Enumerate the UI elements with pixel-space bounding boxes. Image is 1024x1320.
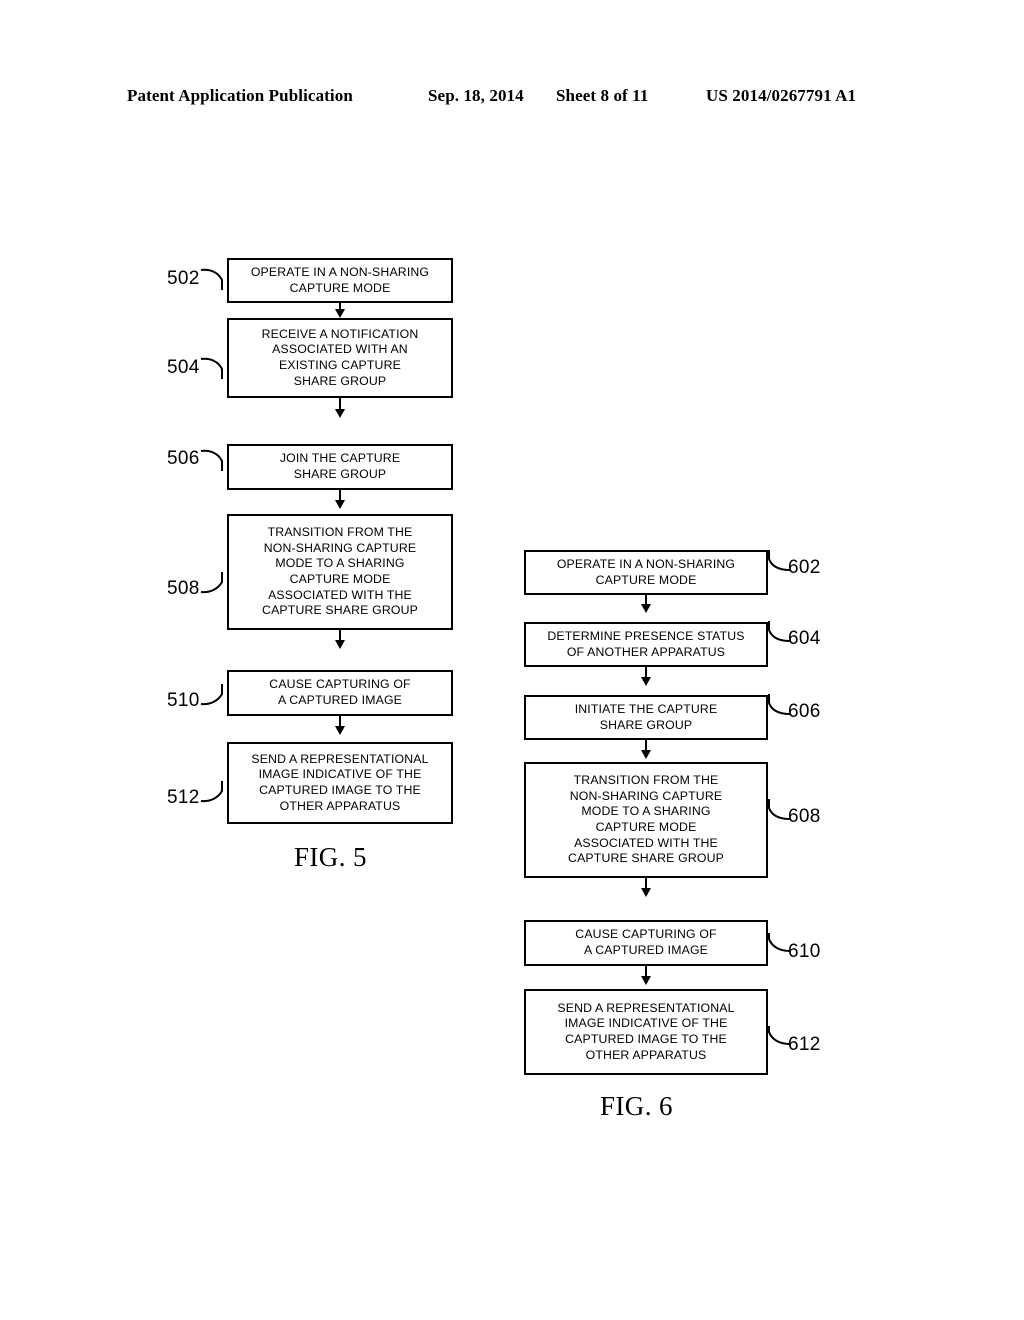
figure-6-caption: FIG. 6 xyxy=(600,1091,673,1121)
flow-node-604-line-1: DETERMINE PRESENCE STATUS xyxy=(547,628,745,643)
arrowhead-610-612 xyxy=(640,976,651,985)
flow-node-606: INITIATE THE CAPTURE SHARE GROUP xyxy=(524,695,768,740)
flow-node-610: CAUSE CAPTURING OF A CAPTURED IMAGE xyxy=(524,920,768,966)
arrowhead-602-604 xyxy=(640,604,651,613)
arrowhead-608-610 xyxy=(640,888,651,897)
flow-node-608-line-6: CAPTURE SHARE GROUP xyxy=(568,851,724,866)
flow-node-608-line-4: CAPTURE MODE xyxy=(595,820,697,834)
flow-node-610-line-1: CAUSE CAPTURING OF xyxy=(575,927,717,942)
flow-node-604: DETERMINE PRESENCE STATUS OF ANOTHER APP… xyxy=(524,622,768,667)
figure-6: OPERATE IN A NON-SHARING CAPTURE MODE 60… xyxy=(0,0,1024,1320)
ref-numeral-606: 606 xyxy=(788,701,821,722)
flow-node-602-line-2: CAPTURE MODE xyxy=(595,572,697,587)
ref-numeral-602: 602 xyxy=(788,557,821,578)
flow-node-608-line-2: NON-SHARING CAPTURE xyxy=(569,788,723,803)
flow-node-602: OPERATE IN A NON-SHARING CAPTURE MODE xyxy=(524,550,768,595)
flow-node-612-line-1: SEND A REPRESENTATIONAL xyxy=(557,1000,735,1015)
ref-numeral-610: 610 xyxy=(788,941,821,962)
flow-node-610-line-2: A CAPTURED IMAGE xyxy=(583,943,709,957)
flow-node-608-line-3: MODE TO A SHARING xyxy=(581,804,711,819)
flow-node-602-line-1: OPERATE IN A NON-SHARING xyxy=(556,556,736,571)
flow-node-612-line-4: OTHER APPARATUS xyxy=(585,1047,707,1062)
ref-numeral-608: 608 xyxy=(788,806,821,827)
ref-numeral-604: 604 xyxy=(788,628,821,649)
arrowhead-604-606 xyxy=(640,677,651,686)
flow-node-606-line-2: SHARE GROUP xyxy=(599,717,693,732)
arrowhead-606-608 xyxy=(640,750,651,759)
flow-node-606-line-1: INITIATE THE CAPTURE xyxy=(574,701,718,716)
flow-node-612: SEND A REPRESENTATIONAL IMAGE INDICATIVE… xyxy=(524,989,768,1075)
flow-node-604-line-2: OF ANOTHER APPARATUS xyxy=(566,644,726,659)
flow-node-608-line-5: ASSOCIATED WITH THE xyxy=(574,835,718,850)
flow-node-612-line-3: CAPTURED IMAGE TO THE xyxy=(565,1032,727,1046)
ref-numeral-612: 612 xyxy=(788,1034,821,1055)
flow-node-608-line-1: TRANSITION FROM THE xyxy=(573,773,719,788)
flow-node-608: TRANSITION FROM THE NON-SHARING CAPTURE … xyxy=(524,762,768,878)
flow-node-612-line-2: IMAGE INDICATIVE OF THE xyxy=(564,1016,728,1031)
